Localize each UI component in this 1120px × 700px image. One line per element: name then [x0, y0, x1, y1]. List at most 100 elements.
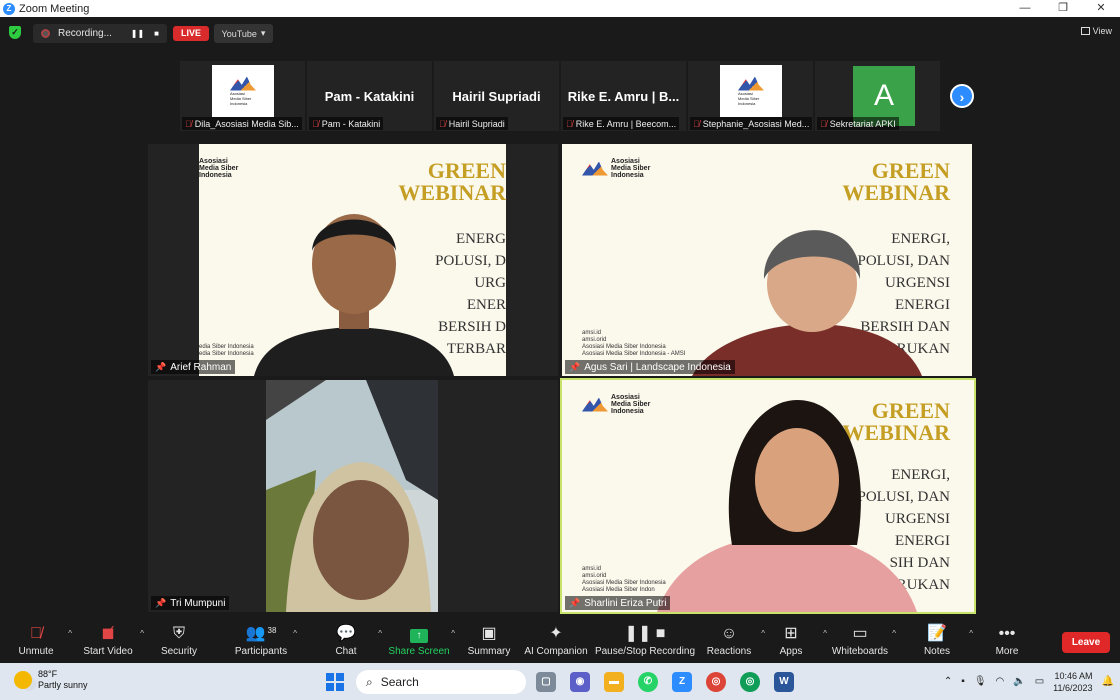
tile-name-label: 📌 Tri Mumpuni [151, 596, 230, 610]
encryption-shield-icon[interactable]: ✓ [9, 26, 21, 39]
window-title: Zoom Meeting [19, 2, 90, 15]
participant-thumb[interactable]: Hairil Supriadi 🎙̸ Hairil Supriadi [434, 61, 559, 131]
participant-thumb[interactable]: Rike E. Amru | B... 🎙̸ Rike E. Amru | Bee… [561, 61, 686, 131]
video-tile[interactable]: Asosiasi Media Siber Indonesia GREEN WEBINA… [148, 144, 558, 376]
windows-start-button[interactable] [326, 673, 344, 691]
apps-button[interactable]: ⊞ Apps ^ [751, 621, 831, 657]
amsi-logo: Asosiasi Media Siber Indonesia [212, 65, 274, 117]
participant-name-label: 🎙̸ Hairil Supriadi [436, 117, 508, 130]
pause-stop-recording-button[interactable]: ❚❚ ■ Pause/Stop Recording [585, 621, 705, 657]
microphone-icon[interactable]: 🎙 [974, 676, 987, 687]
stream-target-label: YouTube [221, 28, 257, 39]
mic-muted-icon: 🎙̸ [185, 118, 192, 129]
notes-icon: 📝 [927, 625, 947, 642]
word-icon[interactable]: W [774, 672, 794, 692]
participant-thumb[interactable]: A 🎙̸ Sekretariat APKI [815, 61, 940, 131]
zoom-taskbar-icon[interactable]: Z [672, 672, 692, 692]
more-dots-icon: ••• [998, 625, 1016, 642]
chevron-down-icon: ▾ [260, 28, 266, 38]
participant-video [254, 214, 454, 376]
participant-video [657, 400, 917, 612]
mic-muted-icon: 🎙̸ [439, 118, 446, 129]
window-titlebar: Z Zoom Meeting — ❐ ✕ [0, 0, 1120, 17]
participant-display-name: Pam - Katakini [324, 89, 415, 104]
task-view-icon[interactable]: ▢ [536, 672, 556, 692]
system-tray: ⌃ ▪ 🎙 ◠ 🔈 ▭ 10:46 AM 11/6/2023 🔔 [944, 663, 1120, 700]
mic-muted-icon: 🎙̸ [693, 118, 700, 129]
pause-recording-icon[interactable]: ❚❚ [131, 29, 144, 38]
security-button[interactable]: ⛨ Security [139, 621, 219, 657]
chevron-up-icon[interactable]: ^ [892, 629, 896, 638]
chat-button[interactable]: 💬 Chat ^ [306, 621, 386, 657]
chevron-up-icon[interactable]: ⌃ [944, 676, 952, 687]
participant-name-label: 🎙̸ Rike E. Amru | Beecom... [563, 117, 680, 130]
view-label: View [1092, 26, 1112, 36]
meeting-topbar: ✓ Recording... ❚❚ ■ LIVE YouTube ▾ View [0, 17, 1120, 51]
ai-companion-button[interactable]: ✦ AI Companion [516, 621, 596, 657]
notification-bell-icon[interactable]: 🔔 [1102, 676, 1114, 687]
mic-muted-icon: 🎙̸ [312, 118, 319, 129]
weather-widget[interactable]: 88°F Partly sunny [14, 669, 88, 691]
leave-button[interactable]: Leave [1062, 632, 1110, 653]
taskbar-search[interactable]: ⌕ Search [356, 670, 526, 694]
view-button[interactable]: View [1080, 26, 1112, 36]
file-explorer-icon[interactable]: ▬ [604, 672, 624, 692]
video-tile[interactable]: Asosiasi Media Siber Indonesia GREEN WEBINA… [562, 144, 972, 376]
next-page-button[interactable]: › [950, 84, 974, 108]
participants-count: 38 [267, 626, 277, 635]
pin-icon: 📌 [155, 597, 167, 608]
teams-icon[interactable]: ▪ [961, 676, 965, 687]
volume-icon[interactable]: 🔈 [1013, 676, 1025, 687]
maximize-button[interactable]: ❐ [1044, 0, 1082, 17]
chrome-icon[interactable]: ◎ [706, 672, 726, 692]
participant-name-label: 🎙̸ Stephanie_Asosiasi Med... [690, 117, 813, 130]
chevron-up-icon[interactable]: ^ [293, 629, 297, 638]
unmute-button[interactable]: 🎙̸ Unmute ^ [0, 621, 76, 657]
participant-thumb[interactable]: Asosiasi Media Siber Indonesia 🎙̸ Stephanie… [688, 61, 813, 131]
stream-target-dropdown[interactable]: YouTube ▾ [214, 24, 273, 43]
participant-thumb[interactable]: Pam - Katakini 🎙̸ Pam - Katakini [307, 61, 432, 131]
zoom-logo-icon: Z [3, 2, 15, 15]
notes-button[interactable]: 📝 Notes ^ [897, 621, 977, 657]
share-screen-icon: ↑ [379, 621, 459, 643]
participant-name-label: 🎙̸ Pam - Katakini [309, 117, 384, 130]
participants-icon: 👥 38 [245, 625, 277, 642]
os-taskbar: 88°F Partly sunny ⌕ Search ▢ ◉ ▬ ✆ Z ◎ ◎… [0, 663, 1120, 700]
start-video-button[interactable]: ◼̸ Start Video ^ [68, 621, 148, 657]
share-screen-button[interactable]: ↑ Share Screen ^ [379, 621, 459, 657]
chat-icon: 💬 [336, 625, 356, 642]
participant-video [266, 380, 438, 612]
weather-condition: Partly sunny [38, 680, 88, 690]
grid-view-icon [1080, 27, 1090, 35]
whiteboard-icon: ▭ [852, 625, 868, 642]
participant-thumb[interactable]: Asosiasi Media Siber Indonesia 🎙̸ Dila_Asos… [180, 61, 305, 131]
live-badge[interactable]: LIVE [173, 26, 209, 41]
participant-name-label: 🎙̸ Dila_Asosiasi Media Sib... [182, 117, 302, 130]
whatsapp-icon[interactable]: ✆ [638, 672, 658, 692]
clock[interactable]: 10:46 AM 11/6/2023 [1053, 670, 1092, 694]
minimize-button[interactable]: — [1006, 0, 1044, 17]
virtual-background: Asosiasi Media Siber Indonesia GREEN WEBINA… [199, 144, 506, 376]
pin-icon: 📌 [569, 597, 581, 608]
meet-app-icon[interactable]: ◉ [570, 672, 590, 692]
chrome-profile-icon[interactable]: ◎ [740, 672, 760, 692]
mic-muted-icon: 🎙̸ [30, 625, 42, 642]
participants-button[interactable]: 👥 38 Participants ^ [221, 621, 301, 657]
whiteboards-button[interactable]: ▭ Whiteboards ^ [820, 621, 900, 657]
close-button[interactable]: ✕ [1082, 0, 1120, 17]
meeting-toolbar: 🎙̸ Unmute ^ ◼̸ Start Video ^ ⛨ Security … [0, 621, 1120, 663]
shield-icon: ⛨ [172, 625, 185, 642]
video-off-icon: ◼̸ [101, 625, 115, 642]
wifi-icon[interactable]: ◠ [996, 676, 1005, 687]
amsi-logo: Asosiasi Media Siber Indonesia [720, 65, 782, 117]
stop-recording-icon[interactable]: ■ [154, 29, 159, 38]
participant-name-label: 🎙̸ Sekretariat APKI [817, 117, 899, 130]
virtual-background: Asosiasi Media Siber Indonesia GREEN WEBINA… [562, 144, 972, 376]
pin-icon: 📌 [569, 361, 581, 372]
video-tile[interactable]: 📌 Tri Mumpuni [148, 380, 558, 612]
participant-strip: Asosiasi Media Siber Indonesia 🎙̸ Dila_Asos… [180, 61, 940, 131]
more-button[interactable]: ••• More [967, 621, 1047, 657]
pin-icon: 📌 [155, 361, 167, 372]
battery-icon[interactable]: ▭ [1035, 676, 1044, 687]
video-tile-active-speaker[interactable]: Asosiasi Media Siber Indonesia GREEN WEBINA… [560, 378, 976, 614]
